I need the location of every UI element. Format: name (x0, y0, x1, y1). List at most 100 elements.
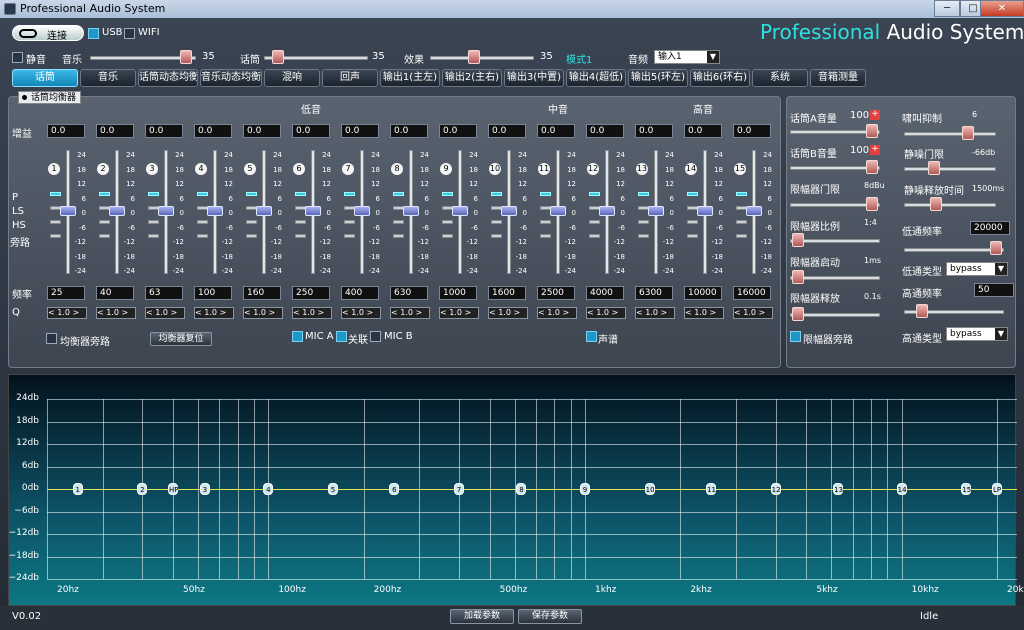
chevron-left-icon[interactable]: < (538, 308, 547, 317)
band-gain-input[interactable]: 0.0 (537, 124, 575, 138)
chevron-right-icon[interactable]: > (119, 308, 129, 317)
graph-node[interactable]: HP (168, 483, 179, 495)
mic-b-checkbox[interactable] (370, 331, 381, 342)
tab-11[interactable]: 输出6(环右) (690, 69, 750, 87)
band-gain-knob[interactable] (648, 206, 664, 216)
graph-node[interactable]: 5 (327, 483, 338, 495)
tab-0[interactable]: 话筒 (12, 69, 78, 87)
chevron-right-icon[interactable]: > (707, 308, 717, 317)
band-type-bar[interactable] (638, 192, 649, 196)
band-q-input[interactable]: < 1.0 > (47, 307, 87, 319)
graph-node[interactable]: 9 (580, 483, 590, 495)
band-type-bar[interactable] (50, 220, 61, 224)
band-q-input[interactable]: < 1.0 > (390, 307, 430, 319)
graph-node[interactable]: 3 (199, 483, 210, 495)
band-gain-input[interactable]: 0.0 (194, 124, 232, 138)
band-freq-input[interactable]: 1600 (488, 286, 526, 300)
band-freq-input[interactable]: 63 (145, 286, 183, 300)
highpass-type-select[interactable]: bypass ▼ (946, 327, 1008, 341)
band-type-bar[interactable] (246, 192, 257, 196)
band-type-bar[interactable] (99, 192, 110, 196)
effect-volume-knob[interactable] (468, 50, 480, 64)
graph-node[interactable]: 14 (896, 483, 907, 495)
band-type-bar[interactable] (638, 220, 649, 224)
chevron-right-icon[interactable]: > (266, 308, 276, 317)
band-type-bar[interactable] (344, 192, 355, 196)
mic-b-volume-knob[interactable] (866, 160, 878, 174)
band-type-bar[interactable] (736, 192, 747, 196)
lowpass-freq-input[interactable]: 20000 (970, 221, 1010, 235)
eq-reset-button[interactable]: 均衡器复位 (150, 332, 212, 346)
band-type-bar[interactable] (638, 234, 649, 238)
chevron-left-icon[interactable]: < (489, 308, 498, 317)
chevron-left-icon[interactable]: < (636, 308, 645, 317)
tab-13[interactable]: 音箱测量 (810, 69, 866, 87)
band-type-bar[interactable] (393, 234, 404, 238)
graph-node[interactable]: 8 (516, 483, 527, 495)
graph-node[interactable]: 10 (644, 483, 655, 495)
chevron-left-icon[interactable]: < (342, 308, 351, 317)
voice-spectrum-checkbox[interactable] (586, 331, 597, 342)
band-type-bar[interactable] (148, 220, 159, 224)
band-type-bar[interactable] (687, 234, 698, 238)
band-type-bar[interactable] (491, 234, 502, 238)
band-type-bar[interactable] (736, 220, 747, 224)
band-type-bar[interactable] (589, 192, 600, 196)
save-params-button[interactable]: 保存参数 (518, 609, 582, 624)
input-select[interactable]: 输入1 ▼ (654, 50, 720, 64)
chevron-left-icon[interactable]: < (146, 308, 155, 317)
band-gain-knob[interactable] (746, 206, 762, 216)
band-gain-knob[interactable] (452, 206, 468, 216)
band-freq-input[interactable]: 6300 (635, 286, 673, 300)
tab-6[interactable]: 输出1(主左) (380, 69, 440, 87)
lowpass-type-select[interactable]: bypass ▼ (946, 262, 1008, 276)
chevron-right-icon[interactable]: > (315, 308, 325, 317)
band-freq-input[interactable]: 10000 (684, 286, 722, 300)
chevron-left-icon[interactable]: < (440, 308, 449, 317)
graph-node[interactable]: 13 (833, 483, 844, 495)
band-gain-knob[interactable] (403, 206, 419, 216)
band-q-input[interactable]: < 1.0 > (292, 307, 332, 319)
chevron-right-icon[interactable]: > (560, 308, 570, 317)
limiter-bypass-checkbox[interactable] (790, 331, 801, 342)
band-freq-input[interactable]: 250 (292, 286, 330, 300)
band-type-bar[interactable] (687, 192, 698, 196)
tab-4[interactable]: 混响 (264, 69, 320, 87)
chevron-left-icon[interactable]: < (685, 308, 694, 317)
band-type-bar[interactable] (197, 192, 208, 196)
eq-response-graph[interactable]: 24db 18db 12db 6db 0db −6db −12db −18db −24db 20h… (8, 374, 1024, 606)
band-gain-knob[interactable] (256, 206, 272, 216)
band-type-bar[interactable] (148, 234, 159, 238)
howl-suppress-knob[interactable] (962, 126, 974, 140)
band-gain-input[interactable]: 0.0 (96, 124, 134, 138)
band-q-input[interactable]: < 1.0 > (635, 307, 675, 319)
band-freq-input[interactable]: 400 (341, 286, 379, 300)
howl-suppress-slider[interactable] (904, 132, 996, 136)
lowpass-freq-slider[interactable] (904, 248, 1004, 252)
band-freq-input[interactable]: 1000 (439, 286, 477, 300)
band-type-bar[interactable] (442, 234, 453, 238)
tab-1[interactable]: 音乐 (80, 69, 136, 87)
connect-button[interactable]: 连接 (12, 25, 84, 42)
band-type-bar[interactable] (589, 234, 600, 238)
graph-node[interactable]: 11 (706, 483, 717, 495)
band-gain-input[interactable]: 0.0 (488, 124, 526, 138)
mic-a-volume-knob[interactable] (866, 124, 878, 138)
band-type-bar[interactable] (589, 220, 600, 224)
chevron-left-icon[interactable]: < (244, 308, 253, 317)
highpass-freq-input[interactable]: 50 (974, 283, 1014, 297)
band-type-bar[interactable] (295, 234, 306, 238)
band-gain-input[interactable]: 0.0 (635, 124, 673, 138)
gate-release-slider[interactable] (904, 203, 996, 207)
band-type-bar[interactable] (393, 220, 404, 224)
close-button[interactable]: ✕ (980, 0, 1024, 17)
band-type-bar[interactable] (540, 192, 551, 196)
load-params-button[interactable]: 加载参数 (450, 609, 514, 624)
wifi-checkbox[interactable] (124, 28, 135, 39)
band-type-bar[interactable] (687, 220, 698, 224)
band-type-bar[interactable] (442, 192, 453, 196)
chevron-right-icon[interactable]: > (217, 308, 227, 317)
band-freq-input[interactable]: 630 (390, 286, 428, 300)
band-q-input[interactable]: < 1.0 > (537, 307, 577, 319)
chevron-right-icon[interactable]: > (756, 308, 766, 317)
